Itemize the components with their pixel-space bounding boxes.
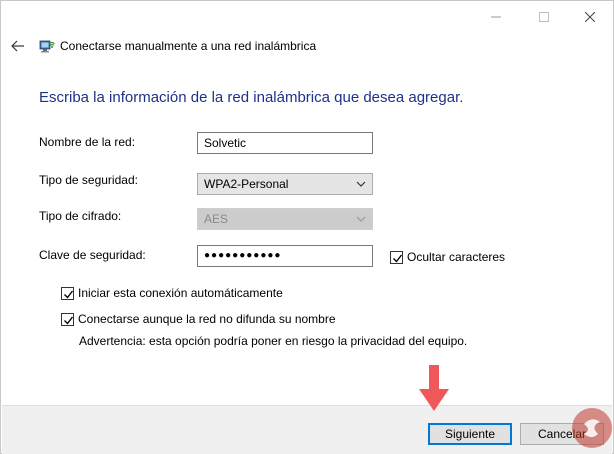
chevron-down-icon [356,181,366,187]
wireless-network-icon [39,40,55,53]
back-arrow-icon [11,40,24,52]
window-title: Conectarse manualmente a una red inalámb… [60,39,317,53]
checkmark-icon [64,316,74,325]
encryption-type-value: AES [204,212,229,226]
network-name-input[interactable]: Solvetic [197,132,373,154]
encryption-type-select: AES [197,208,373,230]
minimize-button[interactable] [473,4,519,30]
checkmark-icon [64,290,74,299]
back-button[interactable] [7,36,29,56]
chevron-down-icon [356,216,366,222]
auto-connect-label: Iniciar esta conexión automáticamente [78,286,283,300]
encryption-type-label: Tipo de cifrado: [39,209,122,223]
security-type-value: WPA2-Personal [204,177,289,191]
checkbox-box[interactable] [390,250,403,264]
checkbox-box[interactable] [61,312,74,326]
maximize-button[interactable] [521,4,567,30]
maximize-icon [539,12,549,22]
solvetic-logo [572,408,612,448]
checkmark-icon [393,254,403,263]
network-name-label: Nombre de la red: [39,135,136,149]
dialog-window: Conectarse manualmente a una red inalámb… [0,0,614,454]
security-key-input[interactable]: ●●●●●●●●●●● [197,245,373,267]
next-button[interactable]: Siguiente [428,423,512,445]
connect-hidden-checkbox[interactable]: Conectarse aunque la red no difunda su n… [61,312,336,326]
red-arrow-annotation [419,365,449,411]
hide-characters-label: Ocultar caracteres [407,250,506,264]
close-button[interactable] [567,4,613,30]
auto-connect-checkbox[interactable]: Iniciar esta conexión automáticamente [61,286,283,300]
checkbox-box[interactable] [61,286,74,300]
close-icon [585,12,595,22]
hide-characters-checkbox[interactable]: Ocultar caracteres [390,250,505,264]
privacy-warning: Advertencia: esta opción podría poner en… [79,334,468,348]
page-heading: Escriba la información de la red inalámb… [39,89,464,106]
security-type-label: Tipo de seguridad: [39,173,138,187]
security-type-select[interactable]: WPA2-Personal [197,173,373,195]
security-key-label: Clave de seguridad: [39,248,146,262]
connect-hidden-label: Conectarse aunque la red no difunda su n… [78,312,336,326]
minimize-icon [491,16,501,18]
